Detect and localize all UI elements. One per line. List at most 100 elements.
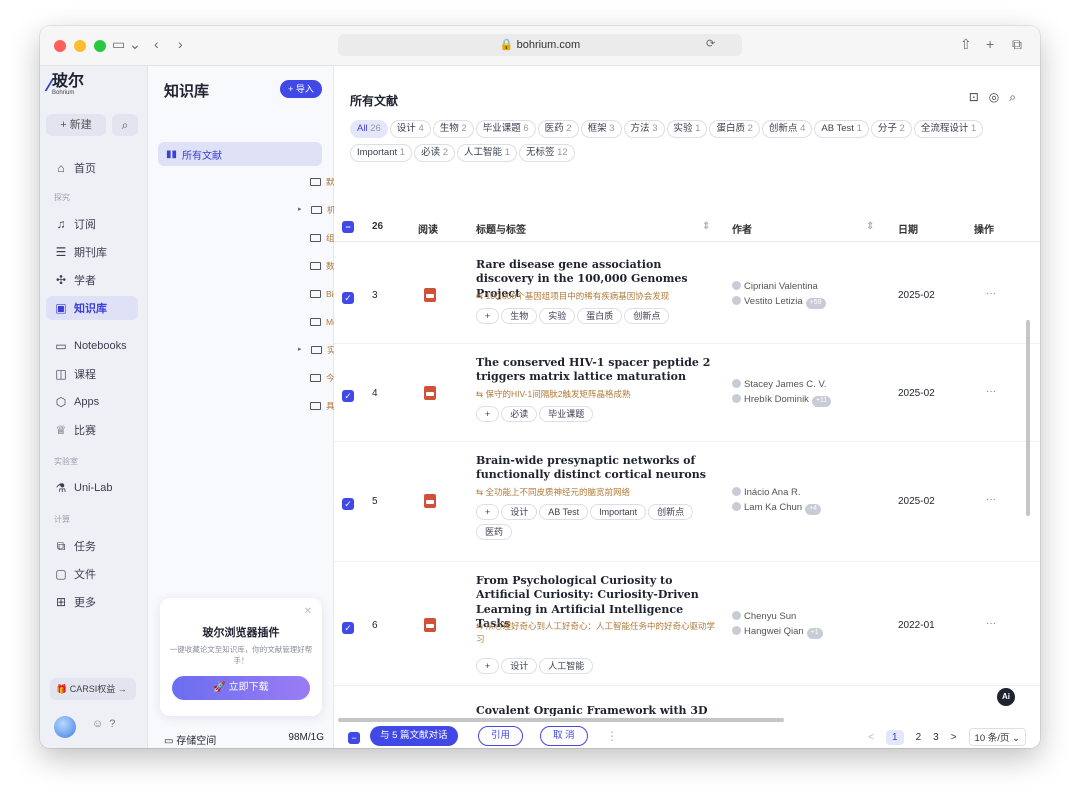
nav-tasks[interactable]: ⧉ 任务	[46, 534, 138, 558]
nav-more[interactable]: ⊞ 更多	[46, 590, 138, 614]
new-tab-icon[interactable]: +	[986, 36, 994, 52]
help-icon[interactable]: ?	[109, 718, 121, 730]
row-checkbox[interactable]: ✓	[342, 390, 354, 402]
row-menu-button[interactable]: ···	[986, 494, 996, 505]
nav-files[interactable]: ▢ 文件	[46, 562, 138, 586]
table-row[interactable]: ✓ 6 From Psychological Curiosity to Arti…	[334, 564, 1040, 686]
tag-chip[interactable]: 必读	[501, 406, 538, 422]
tag-filter-chip[interactable]: 创新点 4	[761, 120, 813, 138]
row-checkbox[interactable]: ✓	[342, 292, 354, 304]
tag-filter-chip[interactable]: 方法 3	[623, 120, 665, 138]
row-checkbox[interactable]: ✓	[342, 622, 354, 634]
tag-chip[interactable]: 创新点	[624, 308, 670, 324]
carsi-benefits-button[interactable]: 🎁 CARSI权益 →	[50, 678, 136, 700]
tag-filter-chip[interactable]: 分子 2	[870, 120, 912, 138]
page-size-select[interactable]: 10 条/页 ⌄	[968, 728, 1026, 746]
tag-chip[interactable]: 生物	[501, 308, 538, 324]
translate-icon[interactable]: ⟳	[706, 37, 715, 50]
tag-filter-chip[interactable]: 医药 2	[537, 120, 579, 138]
tag-chip[interactable]: 设计	[501, 504, 538, 520]
translate-tool-icon[interactable]: ⊡	[969, 90, 989, 104]
page-2[interactable]: 2	[916, 732, 922, 743]
select-all-checkbox[interactable]: −	[342, 221, 354, 233]
tag-chip[interactable]: 人工智能	[539, 658, 594, 674]
vertical-scrollbar[interactable]	[1026, 320, 1030, 516]
tag-chip[interactable]: 设计	[501, 658, 538, 674]
tag-filter-chip[interactable]: 设计 4	[389, 120, 431, 138]
tag-chip[interactable]: 医药	[476, 524, 513, 540]
download-button[interactable]: 🚀 立即下载	[172, 676, 310, 700]
pdf-icon[interactable]	[424, 618, 436, 632]
pdf-icon[interactable]	[424, 386, 436, 400]
import-button[interactable]: + 导入	[280, 80, 322, 98]
avatar[interactable]	[54, 716, 76, 738]
paper-title[interactable]: The conserved HIV-1 spacer peptide 2 tri…	[476, 356, 716, 385]
tag-chip[interactable]: 蛋白质	[577, 308, 623, 324]
nav-competitions[interactable]: ♕ 比赛	[46, 418, 138, 442]
sort-icon[interactable]: ⇕	[866, 221, 874, 232]
add-tag-button[interactable]: +	[476, 308, 500, 324]
row-menu-button[interactable]: ···	[986, 386, 996, 397]
cancel-button[interactable]: 取 消	[540, 726, 588, 746]
nav-unilab[interactable]: ⚗ Uni-Lab	[46, 476, 138, 500]
tag-filter-chip[interactable]: 毕业课题 6	[475, 120, 536, 138]
paper-title[interactable]: Brain-wide presynaptic networks of funct…	[476, 454, 716, 483]
search-button[interactable]: ⌕	[112, 114, 138, 136]
row-menu-button[interactable]: ···	[986, 618, 996, 629]
pdf-icon[interactable]	[424, 288, 436, 302]
tag-filter-chip[interactable]: AB Test 1	[814, 120, 869, 138]
feedback-icon[interactable]: ☺	[92, 718, 109, 730]
tag-chip[interactable]: 实验	[539, 308, 576, 324]
pdf-icon[interactable]	[424, 494, 436, 508]
more-authors-badge[interactable]: +4	[805, 503, 822, 515]
tag-filter-chip[interactable]: 人工智能 1	[457, 144, 517, 162]
expand-caret-icon[interactable]: ▸	[298, 205, 306, 216]
nav-knowledge-base[interactable]: ▣ 知识库	[46, 296, 138, 320]
next-page-button[interactable]: >	[951, 732, 957, 743]
add-tag-button[interactable]: +	[476, 406, 500, 422]
row-checkbox[interactable]: ✓	[342, 498, 354, 510]
paper-title-partial[interactable]: Covalent Organic Framework with 3D	[476, 704, 716, 716]
table-row[interactable]: ✓ 5 Brain-wide presynaptic networks of f…	[334, 444, 1040, 562]
tag-chip[interactable]: Important	[590, 504, 647, 520]
more-actions-icon[interactable]: ⋮	[606, 729, 618, 743]
more-authors-badge[interactable]: +1	[806, 627, 823, 639]
add-tag-button[interactable]: +	[476, 504, 500, 520]
new-button[interactable]: + 新建	[46, 114, 106, 136]
tag-filter-chip[interactable]: All 26	[350, 120, 388, 138]
table-row[interactable]: ✓ 4 The conserved HIV-1 spacer peptide 2…	[334, 346, 1040, 442]
forward-icon[interactable]: ›	[178, 36, 183, 52]
tabs-overview-icon[interactable]: ⧉	[1012, 36, 1022, 53]
more-authors-badge[interactable]: +59	[805, 297, 826, 309]
tag-filter-chip[interactable]: 全流程设计 1	[913, 120, 984, 138]
table-row[interactable]: ✓ 3 Rare disease gene association discov…	[334, 244, 1040, 344]
tag-filter-chip[interactable]: Important 1	[350, 144, 413, 162]
search-icon[interactable]: ⌕	[1009, 90, 1026, 104]
tag-chip[interactable]: 创新点	[648, 504, 694, 520]
close-window-button[interactable]	[54, 40, 66, 52]
url-bar[interactable]: 🔒 bohrium.com	[338, 34, 742, 56]
cite-button[interactable]: 引用	[478, 726, 524, 746]
expand-caret-icon[interactable]: ▸	[298, 345, 306, 356]
nav-apps[interactable]: ⬡ Apps	[46, 390, 138, 414]
nav-notebooks[interactable]: ▭ Notebooks	[46, 334, 138, 358]
add-tag-button[interactable]: +	[476, 658, 500, 674]
chat-with-papers-button[interactable]: 与 5 篇文献对话	[370, 726, 458, 746]
tag-filter-chip[interactable]: 必读 2	[414, 144, 456, 162]
nav-courses[interactable]: ◫ 课程	[46, 362, 138, 386]
nav-subscribe[interactable]: ♫ 订阅	[46, 212, 138, 236]
nav-journals[interactable]: ☰ 期刊库	[46, 240, 138, 264]
bulk-select-checkbox[interactable]: −	[348, 732, 360, 744]
tag-chip[interactable]: 毕业课题	[539, 406, 594, 422]
horizontal-scrollbar[interactable]	[338, 718, 784, 722]
tag-chip[interactable]: AB Test	[539, 504, 589, 520]
zoom-window-button[interactable]	[94, 40, 106, 52]
minimize-window-button[interactable]	[74, 40, 86, 52]
page-3[interactable]: 3	[933, 732, 939, 743]
folder-all-papers[interactable]: ▮▮ 所有文献	[158, 142, 322, 166]
tag-filter-chip[interactable]: 生物 2	[432, 120, 474, 138]
tag-filter-chip[interactable]: 框架 3	[580, 120, 622, 138]
ai-assistant-button[interactable]: Ai	[997, 688, 1015, 706]
share-icon[interactable]: ⇧	[960, 36, 972, 53]
row-menu-button[interactable]: ···	[986, 288, 996, 299]
